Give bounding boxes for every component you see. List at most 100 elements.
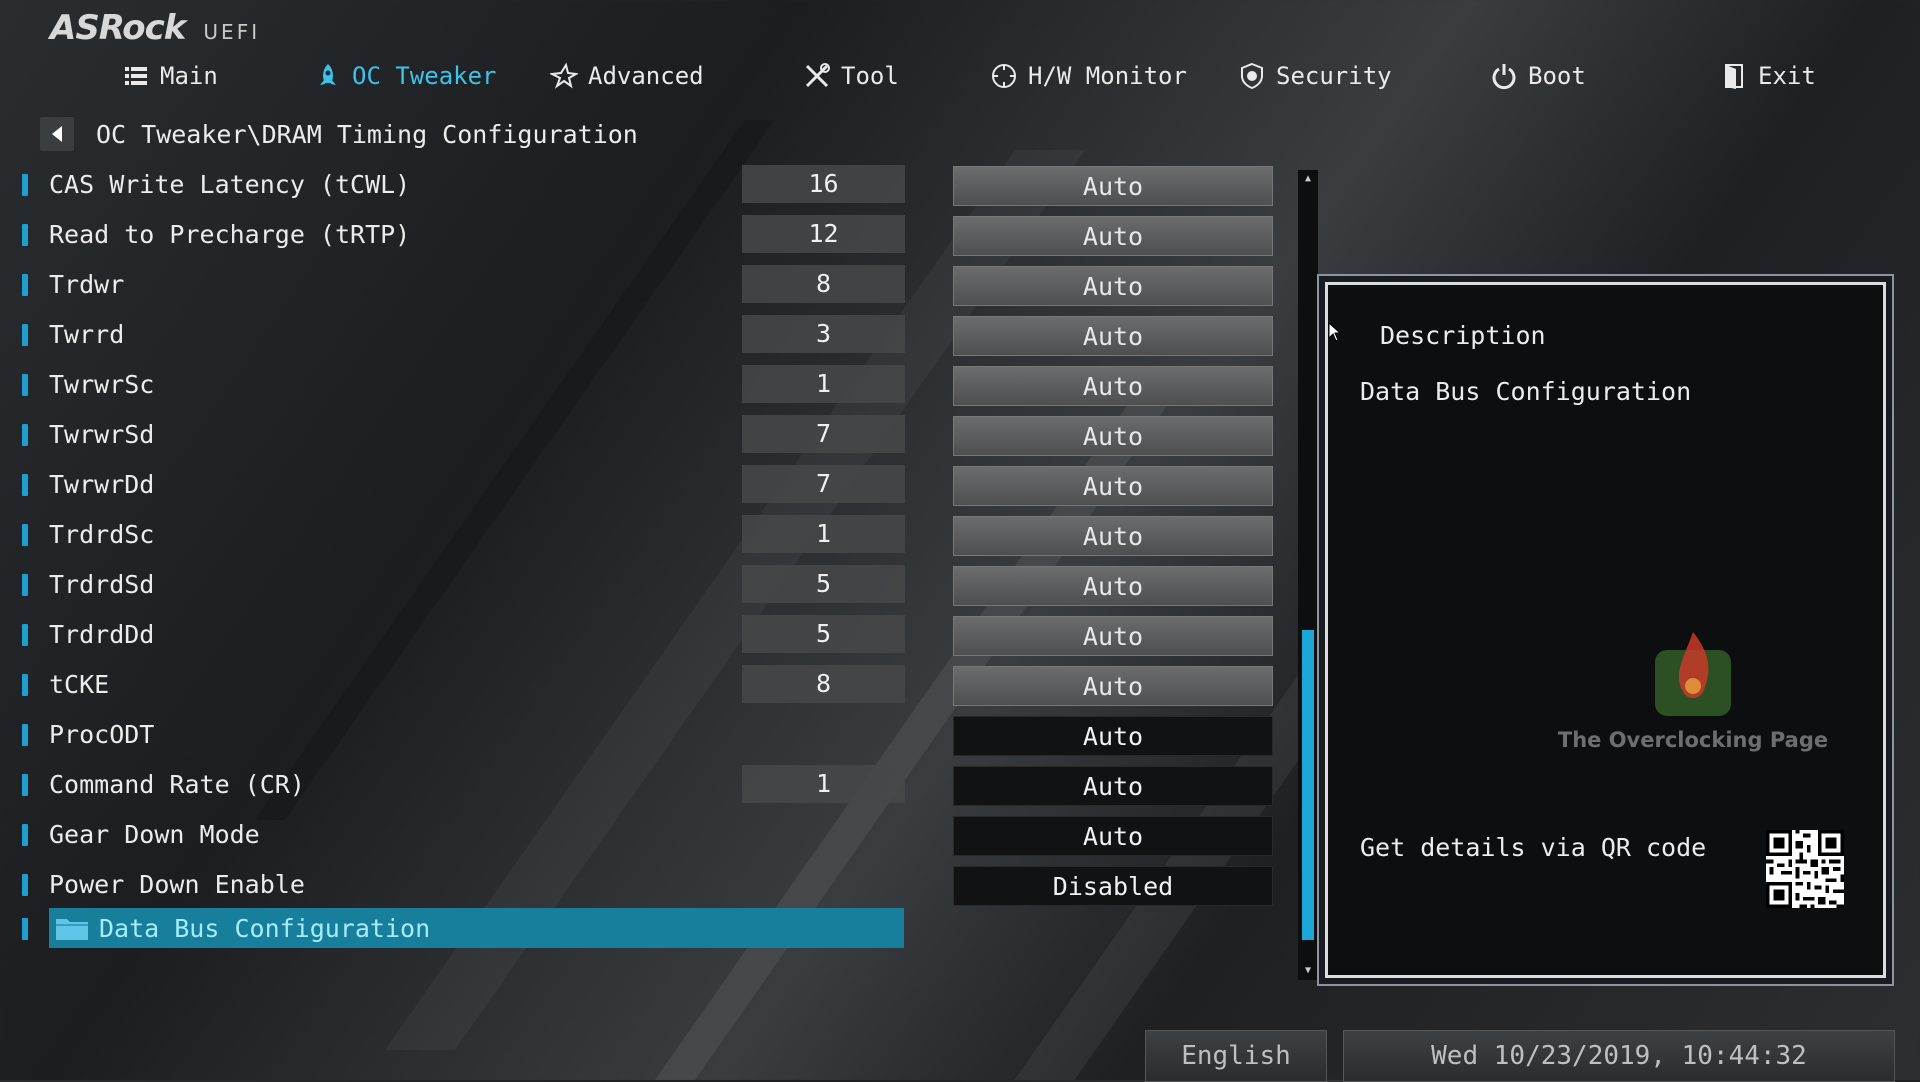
setting-option[interactable]: Auto xyxy=(953,266,1273,306)
exit-door-icon xyxy=(1725,64,1743,89)
setting-label: tCKE xyxy=(49,670,110,699)
setting-row[interactable]: Twrrd 3 Auto xyxy=(0,310,1300,360)
list-icon xyxy=(125,67,147,85)
row-marker xyxy=(22,918,28,940)
setting-option[interactable]: Auto xyxy=(953,166,1273,206)
setting-current-value: 1 xyxy=(742,515,905,553)
tab-label: Advanced xyxy=(588,62,704,90)
setting-label: TwrwrSd xyxy=(49,420,155,449)
setting-row[interactable]: Trdwr 8 Auto xyxy=(0,260,1300,310)
description-text: Data Bus Configuration xyxy=(1360,377,1692,406)
setting-label: TrdrdSc xyxy=(49,520,155,549)
main-tabs: Main OC Tweaker Advanced Tool H/W Monito… xyxy=(0,54,1920,98)
row-marker xyxy=(22,374,28,396)
tab-label: H/W Monitor xyxy=(1028,62,1187,90)
setting-row[interactable]: TrdrdSd 5 Auto xyxy=(0,560,1300,610)
row-marker xyxy=(22,624,28,646)
scrollbar[interactable]: ▲ ▼ xyxy=(1298,170,1318,980)
setting-option[interactable]: Auto xyxy=(953,766,1273,806)
tab-advanced[interactable]: Advanced xyxy=(550,54,704,98)
row-marker xyxy=(22,724,28,746)
setting-current-value: 1 xyxy=(742,765,905,803)
tab-exit[interactable]: Exit xyxy=(1720,54,1816,98)
row-marker xyxy=(22,674,28,696)
setting-row[interactable]: TrdrdDd 5 Auto xyxy=(0,610,1300,660)
setting-row[interactable]: Read to Precharge (tRTP) 12 Auto xyxy=(0,210,1300,260)
setting-option[interactable]: Auto xyxy=(953,666,1273,706)
setting-option[interactable]: Auto xyxy=(953,366,1273,406)
setting-option[interactable]: Auto xyxy=(953,216,1273,256)
tab-label: Security xyxy=(1276,62,1392,90)
setting-option[interactable]: Auto xyxy=(953,816,1273,856)
row-marker xyxy=(22,174,28,196)
monitor-icon xyxy=(992,64,1016,88)
row-marker xyxy=(22,524,28,546)
setting-option[interactable]: Disabled xyxy=(953,866,1273,906)
setting-label: Gear Down Mode xyxy=(49,820,260,849)
tab-label: Exit xyxy=(1758,62,1816,90)
uefi-label: UEFI xyxy=(203,20,261,44)
row-marker xyxy=(22,774,28,796)
row-marker xyxy=(22,574,28,596)
language-button[interactable]: English xyxy=(1145,1030,1327,1082)
scroll-thumb[interactable] xyxy=(1302,630,1314,940)
setting-row[interactable]: CAS Write Latency (tCWL) 16 Auto xyxy=(0,160,1300,210)
watermark: The Overclocking Page xyxy=(1548,630,1838,752)
tab-hw-monitor[interactable]: H/W Monitor xyxy=(990,54,1187,98)
setting-row[interactable]: Power Down Enable Disabled xyxy=(0,860,1300,910)
setting-label: Trdwr xyxy=(49,270,125,299)
row-marker xyxy=(22,474,28,496)
tab-boot[interactable]: Boot xyxy=(1490,54,1586,98)
submenu-data-bus-configuration[interactable]: Data Bus Configuration xyxy=(49,908,904,948)
setting-current-value: 16 xyxy=(742,165,905,203)
row-marker xyxy=(22,824,28,846)
back-arrow-icon xyxy=(52,126,62,142)
setting-option[interactable]: Auto xyxy=(953,716,1273,756)
asrock-logo: ASRock UEFI xyxy=(50,8,260,48)
setting-label: TwrwrDd xyxy=(49,470,155,499)
tab-security[interactable]: Security xyxy=(1238,54,1392,98)
setting-row[interactable]: Gear Down Mode Auto xyxy=(0,810,1300,860)
setting-label: TwrwrSc xyxy=(49,370,155,399)
brand-name: ASRock xyxy=(50,8,186,48)
setting-current-value: 3 xyxy=(742,315,905,353)
tools-icon xyxy=(805,63,830,88)
setting-option[interactable]: Auto xyxy=(953,616,1273,656)
power-icon xyxy=(1492,64,1516,90)
tab-oc-tweaker[interactable]: OC Tweaker xyxy=(314,54,497,98)
setting-option[interactable]: Auto xyxy=(953,516,1273,556)
setting-option[interactable]: Auto xyxy=(953,466,1273,506)
setting-label: Twrrd xyxy=(49,320,125,349)
setting-option[interactable]: Auto xyxy=(953,566,1273,606)
setting-current-value: 7 xyxy=(742,415,905,453)
scroll-up-arrow-icon[interactable]: ▲ xyxy=(1298,170,1318,188)
row-marker xyxy=(22,324,28,346)
tab-tool[interactable]: Tool xyxy=(803,54,899,98)
setting-row[interactable]: TrdrdSc 1 Auto xyxy=(0,510,1300,560)
qr-code xyxy=(1766,830,1844,908)
setting-option[interactable]: Auto xyxy=(953,316,1273,356)
folder-icon xyxy=(56,919,88,940)
setting-row[interactable]: TwrwrDd 7 Auto xyxy=(0,460,1300,510)
scroll-down-arrow-icon[interactable]: ▼ xyxy=(1298,962,1318,980)
back-button[interactable] xyxy=(40,117,74,151)
setting-row[interactable]: ProcODT Auto xyxy=(0,710,1300,760)
setting-row[interactable]: TwrwrSd 7 Auto xyxy=(0,410,1300,460)
row-marker xyxy=(22,424,28,446)
flame-logo-icon xyxy=(1655,632,1731,716)
description-panel: Description Data Bus Configuration The O… xyxy=(1325,282,1886,978)
setting-option[interactable]: Auto xyxy=(953,416,1273,456)
setting-current-value: 1 xyxy=(742,365,905,403)
watermark-text: The Overclocking Page xyxy=(1557,728,1829,752)
row-marker xyxy=(22,274,28,296)
rocket-icon xyxy=(320,64,336,85)
setting-current-value: 5 xyxy=(742,615,905,653)
tab-main[interactable]: Main xyxy=(122,54,218,98)
setting-row[interactable]: TwrwrSc 1 Auto xyxy=(0,360,1300,410)
setting-row[interactable]: Command Rate (CR) 1 Auto xyxy=(0,760,1300,810)
setting-label: Command Rate (CR) xyxy=(49,770,305,799)
setting-row[interactable]: tCKE 8 Auto xyxy=(0,660,1300,710)
tab-label: Tool xyxy=(841,62,899,90)
breadcrumb-path: OC Tweaker\DRAM Timing Configuration xyxy=(96,119,638,149)
setting-label: TrdrdDd xyxy=(49,620,155,649)
